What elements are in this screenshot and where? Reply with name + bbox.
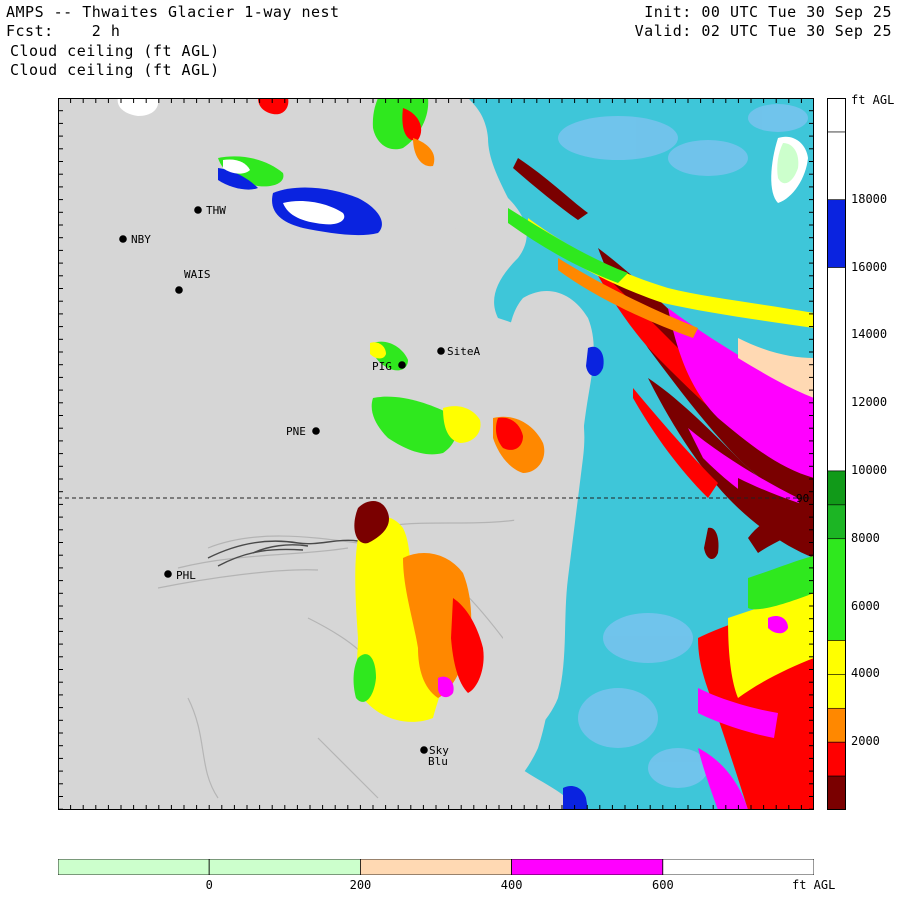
station-dot-pig [398,361,406,369]
colorbar-band [662,858,815,876]
station-dot-thw [194,206,202,214]
colorbar-tick-label: 8000 [851,530,880,545]
colorbar-tick-label: 12000 [851,395,888,410]
colorbar-band [826,131,847,201]
station-label-wais: WAIS [184,268,211,281]
station-label-sitea: SiteA [447,345,480,358]
map-panel: 90 W THWNBYWAISSiteAPIGPNEPHLSkyBlu [58,98,814,810]
colorbar-vertical [826,97,847,811]
colorbar-band [826,538,847,641]
station-dot-sitea [437,347,445,355]
colorbar-tick-label: 600 [652,878,674,892]
colorbar-tick-label: 14000 [851,327,888,342]
field-name-2: Cloud ceiling (ft AGL) [10,61,220,79]
colorbar-band [826,97,847,133]
colorbar-tick-label: 10000 [851,462,888,477]
colorbar-tick-label: 400 [500,878,523,892]
station-label-nby: NBY [131,233,151,246]
init-time: Init: 00 UTC Tue 30 Sep 25 [644,3,892,21]
colorbar-tick-label: 18000 [851,191,888,206]
colorbar-band [826,741,847,777]
colorbar-band [511,858,664,876]
station-label-blu: Blu [428,755,448,768]
colorbar-tick-label: 2000 [851,734,880,749]
colorbar-tick-label: 4000 [851,666,880,681]
colorbar-band [826,504,847,540]
station-dot-sky [420,746,428,754]
colorbar-band [359,858,512,876]
valid-time: Valid: 02 UTC Tue 30 Sep 25 [634,22,892,40]
colorbar-tick-label: 200 [349,878,372,892]
station-label-pne: PNE [286,425,306,438]
colorbar-band [826,775,847,811]
station-dot-nby [119,235,127,243]
station-dot-wais [175,286,183,294]
colorbar-horizontal-svg [57,858,815,876]
colorbar-band [826,470,847,506]
colorbar-band [826,674,847,709]
colorbar-tick-label: 6000 [851,598,880,613]
colorbar-vertical-unit: ft AGL [851,93,895,107]
colorbar-band [826,640,847,675]
forecast-hour: Fcst: 2 h [6,22,121,40]
latitude-label: 90 W [796,492,814,505]
station-label-pig: PIG [372,360,392,373]
colorbar-horizontal [57,858,815,876]
station-label-phl: PHL [176,569,196,582]
station-dot-pne [312,427,320,435]
map-canvas: 90 W THWNBYWAISSiteAPIGPNEPHLSkyBlu [58,98,814,810]
colorbar-band [57,858,210,876]
colorbar-band [826,267,847,472]
station-label-thw: THW [206,204,226,217]
colorbar-vertical-svg [826,97,847,811]
colorbar-band [826,199,847,268]
station-dot-phl [164,570,172,578]
colorbar-band [208,858,361,876]
colorbar-tick-label: 0 [205,878,213,892]
colorbar-horizontal-unit: ft AGL [792,878,836,892]
colorbar-tick-label: 16000 [851,259,888,274]
chart-title: AMPS -- Thwaites Glacier 1-way nest [6,3,340,21]
field-name-1: Cloud ceiling (ft AGL) [10,42,220,60]
colorbar-band [826,707,847,743]
